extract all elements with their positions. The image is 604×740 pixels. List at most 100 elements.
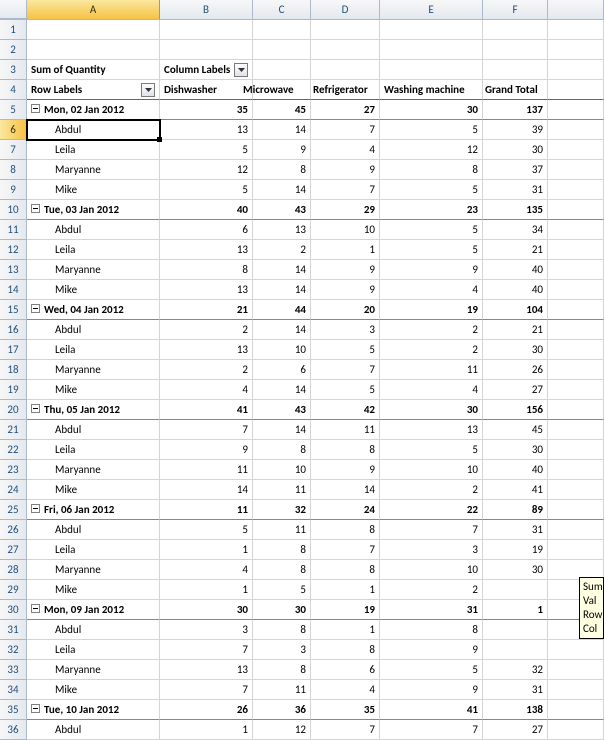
column-header-B[interactable]: B [160,0,253,19]
row-header-13[interactable]: 13 [0,260,27,280]
cell[interactable] [548,720,604,740]
pivot-value[interactable]: 6 [160,220,253,240]
pivot-col-header[interactable]: Washing machine [380,80,483,100]
spreadsheet-grid[interactable]: 123Sum of QuantityColumn Labels4Row Labe… [0,20,604,740]
pivot-value[interactable]: 13 [253,220,311,240]
pivot-value[interactable]: 30 [483,440,548,460]
pivot-value[interactable]: 7 [380,520,483,540]
collapse-icon[interactable] [31,404,40,413]
column-header-D[interactable]: D [311,0,380,19]
pivot-value[interactable]: 41 [380,700,483,720]
pivot-detail-label[interactable]: Mike [27,180,160,200]
pivot-value[interactable]: 9 [380,260,483,280]
cell[interactable] [548,100,604,120]
pivot-value[interactable]: 11 [253,520,311,540]
pivot-value[interactable]: 138 [483,700,548,720]
select-all-corner[interactable] [0,0,27,19]
cell[interactable] [27,40,160,60]
pivot-value[interactable]: 9 [380,640,483,660]
pivot-value[interactable]: 1 [160,540,253,560]
cell[interactable] [548,40,604,60]
pivot-value[interactable]: 8 [160,260,253,280]
column-header-E[interactable]: E [380,0,483,19]
pivot-value[interactable]: 13 [160,660,253,680]
pivot-value[interactable]: 14 [311,480,380,500]
pivot-value[interactable]: 4 [160,380,253,400]
pivot-value[interactable]: 4 [380,380,483,400]
pivot-value[interactable]: 31 [483,520,548,540]
pivot-value[interactable]: 8 [253,560,311,580]
cell[interactable] [548,540,604,560]
pivot-value[interactable]: 8 [380,620,483,640]
pivot-value[interactable]: 7 [311,540,380,560]
pivot-detail-label[interactable]: Mike [27,380,160,400]
pivot-value[interactable]: 35 [311,700,380,720]
pivot-value[interactable]: 31 [483,180,548,200]
pivot-value[interactable]: 26 [160,700,253,720]
pivot-value[interactable]: 8 [253,660,311,680]
pivot-value[interactable]: 30 [380,400,483,420]
cell[interactable] [548,360,604,380]
pivot-group-label[interactable]: Mon, 02 Jan 2012 [27,100,160,120]
pivot-detail-label[interactable]: Leila [27,140,160,160]
pivot-value[interactable]: 7 [160,680,253,700]
pivot-value[interactable]: 22 [380,500,483,520]
pivot-value[interactable]: 19 [380,300,483,320]
pivot-value[interactable]: 9 [380,680,483,700]
pivot-value[interactable]: 7 [311,120,380,140]
cell[interactable] [253,60,311,80]
row-header-18[interactable]: 18 [0,360,27,380]
pivot-group-label[interactable]: Tue, 10 Jan 2012 [27,700,160,720]
row-header-10[interactable]: 10 [0,200,27,220]
row-header-16[interactable]: 16 [0,320,27,340]
pivot-value[interactable]: 21 [483,240,548,260]
cell[interactable] [548,700,604,720]
pivot-value[interactable]: 45 [483,420,548,440]
pivot-value[interactable]: 14 [253,320,311,340]
pivot-value[interactable]: 10 [311,220,380,240]
cell[interactable] [548,300,604,320]
pivot-value[interactable]: 9 [253,140,311,160]
pivot-value[interactable]: 5 [380,120,483,140]
cell[interactable] [548,120,604,140]
pivot-detail-label[interactable]: Abdul [27,720,160,740]
pivot-value[interactable]: 7 [160,640,253,660]
pivot-value[interactable]: 40 [483,460,548,480]
pivot-value[interactable]: 8 [311,440,380,460]
column-header-F[interactable]: F [483,0,548,19]
pivot-value[interactable]: 7 [311,720,380,740]
pivot-col-header[interactable]: Grand Total [483,80,548,100]
pivot-detail-label[interactable]: Maryanne [27,560,160,580]
row-header-11[interactable]: 11 [0,220,27,240]
pivot-value[interactable]: 7 [380,720,483,740]
row-header-19[interactable]: 19 [0,380,27,400]
pivot-value[interactable]: 8 [253,440,311,460]
pivot-value[interactable] [483,640,548,660]
pivot-value[interactable]: 5 [160,140,253,160]
cell[interactable] [548,340,604,360]
pivot-value[interactable]: 135 [483,200,548,220]
cell[interactable] [160,40,253,60]
pivot-value[interactable]: 14 [253,380,311,400]
row-header-2[interactable]: 2 [0,40,27,60]
pivot-value[interactable]: 10 [253,340,311,360]
column-header-A[interactable]: A [27,0,160,19]
row-header-36[interactable]: 36 [0,720,27,740]
pivot-value[interactable]: 36 [253,700,311,720]
pivot-value[interactable]: 43 [253,400,311,420]
pivot-value[interactable]: 5 [253,580,311,600]
pivot-value[interactable]: 40 [160,200,253,220]
pivot-group-label[interactable]: Fri, 06 Jan 2012 [27,500,160,520]
pivot-value[interactable]: 39 [483,120,548,140]
row-header-26[interactable]: 26 [0,520,27,540]
row-header-12[interactable]: 12 [0,240,27,260]
pivot-value[interactable]: 2 [160,360,253,380]
row-header-33[interactable]: 33 [0,660,27,680]
row-header-21[interactable]: 21 [0,420,27,440]
row-header-27[interactable]: 27 [0,540,27,560]
pivot-detail-label[interactable]: Maryanne [27,360,160,380]
pivot-value[interactable]: 8 [311,520,380,540]
pivot-value[interactable]: 37 [483,160,548,180]
row-header-1[interactable]: 1 [0,20,27,40]
row-header-8[interactable]: 8 [0,160,27,180]
